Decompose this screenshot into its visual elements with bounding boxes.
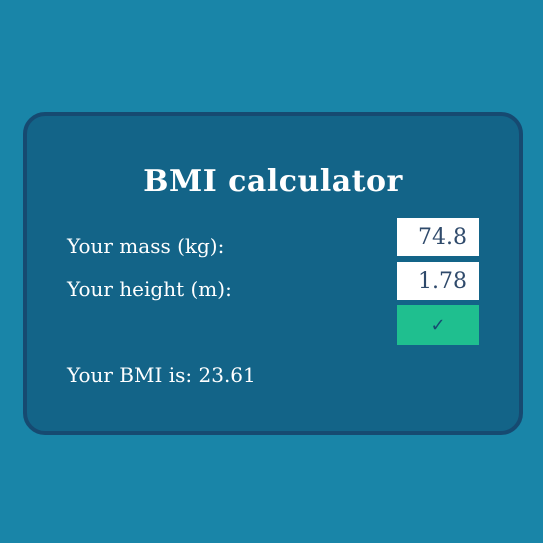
calculate-button[interactable]: ✓ (397, 305, 479, 345)
page-title: BMI calculator (143, 164, 403, 199)
bmi-result-value: 23.61 (198, 363, 256, 387)
bmi-result: Your BMI is: 23.61 (67, 363, 256, 387)
mass-input[interactable] (397, 218, 479, 256)
height-input[interactable] (397, 262, 479, 300)
bmi-result-label: Your BMI is: (67, 363, 193, 387)
check-icon: ✓ (430, 314, 446, 336)
bmi-card: BMI calculator Your mass (kg): Your heig… (23, 112, 523, 435)
height-label: Your height (m): (67, 277, 232, 301)
mass-label: Your mass (kg): (67, 234, 225, 258)
